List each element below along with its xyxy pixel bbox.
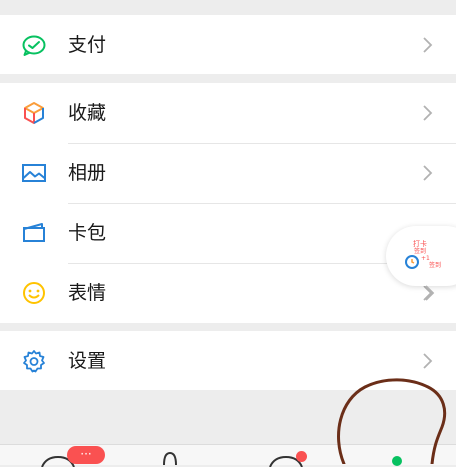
widget-text: +1 [421,255,430,262]
menu-item-label: 收藏 [68,102,107,124]
chats-unread-badge: ··· [67,446,105,464]
chevron-right-icon [423,37,433,53]
clock-badge-icon: 打卡 签到 +1 签到 [405,239,441,269]
features-group: 收藏 相册 卡包 表情 [0,83,456,323]
cube-icon [24,102,44,124]
chevron-right-icon [423,353,433,369]
discover-notification-dot [296,451,307,462]
card-icon [23,223,45,242]
gear-icon [23,350,45,373]
annotation-circle [337,378,447,464]
chevron-right-icon [423,105,433,121]
contacts-tab-icon[interactable] [160,451,180,465]
menu-item-label: 表情 [68,282,107,304]
menu-item-label: 卡包 [68,222,107,244]
widget-text: 签到 [414,247,426,255]
smiley-icon [23,282,45,304]
pay-group: 支付 [0,15,456,74]
wallet-icon [22,35,46,56]
menu-item-label: 相册 [68,162,107,184]
menu-item-album[interactable]: 相册 [0,143,456,203]
menu-item-label: 支付 [68,34,107,56]
menu-item-favorites[interactable]: 收藏 [0,83,456,143]
menu-item-label: 设置 [68,350,107,372]
widget-text: 签到 [429,261,441,269]
widget-text: 打卡 [413,239,427,248]
chevron-right-icon [425,285,435,301]
chevron-right-icon [423,165,433,181]
menu-item-pay[interactable]: 支付 [0,15,456,75]
floating-checkin-widget[interactable]: 打卡 签到 +1 签到 [386,226,456,301]
image-icon [22,164,46,182]
